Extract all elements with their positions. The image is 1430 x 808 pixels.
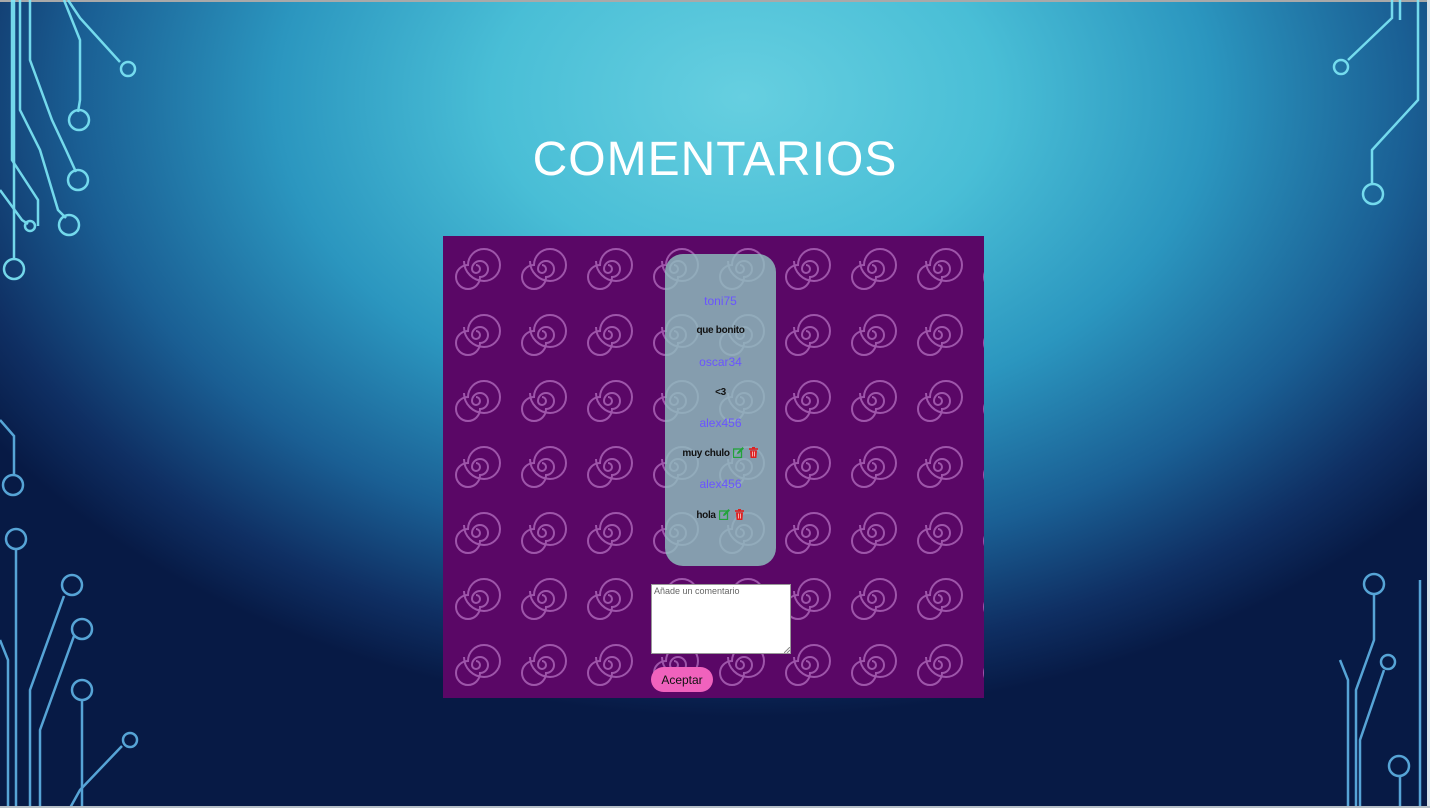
comment-text: hola — [665, 509, 776, 521]
comment-text: que bonito — [665, 325, 776, 336]
slide-title: COMENTARIOS — [532, 133, 898, 186]
comment-username[interactable]: oscar34 — [665, 355, 776, 369]
comment-text-value: hola — [696, 510, 716, 521]
comment-textarea[interactable] — [651, 584, 791, 654]
comment-text-value: muy chulo — [682, 448, 730, 459]
trash-icon[interactable] — [748, 447, 759, 458]
comment-username[interactable]: toni75 — [665, 294, 776, 308]
comment-text: <3 — [665, 387, 776, 398]
edit-icon[interactable] — [733, 447, 745, 459]
comment-text-value: <3 — [715, 387, 726, 398]
comments-list: toni75 que bonito oscar34 <3 alex456 muy… — [665, 254, 776, 566]
edit-icon[interactable] — [719, 509, 731, 521]
accept-button[interactable]: Aceptar — [651, 667, 713, 692]
comment-username[interactable]: alex456 — [665, 416, 776, 430]
comment-username[interactable]: alex456 — [665, 477, 776, 491]
comments-screenshot: toni75 que bonito oscar34 <3 alex456 muy… — [443, 236, 984, 698]
comment-text: muy chulo — [665, 447, 776, 459]
comment-text-value: que bonito — [696, 325, 745, 336]
trash-icon[interactable] — [734, 509, 745, 520]
top-rule — [0, 0, 1430, 2]
resize-grip-icon[interactable] — [784, 647, 790, 653]
